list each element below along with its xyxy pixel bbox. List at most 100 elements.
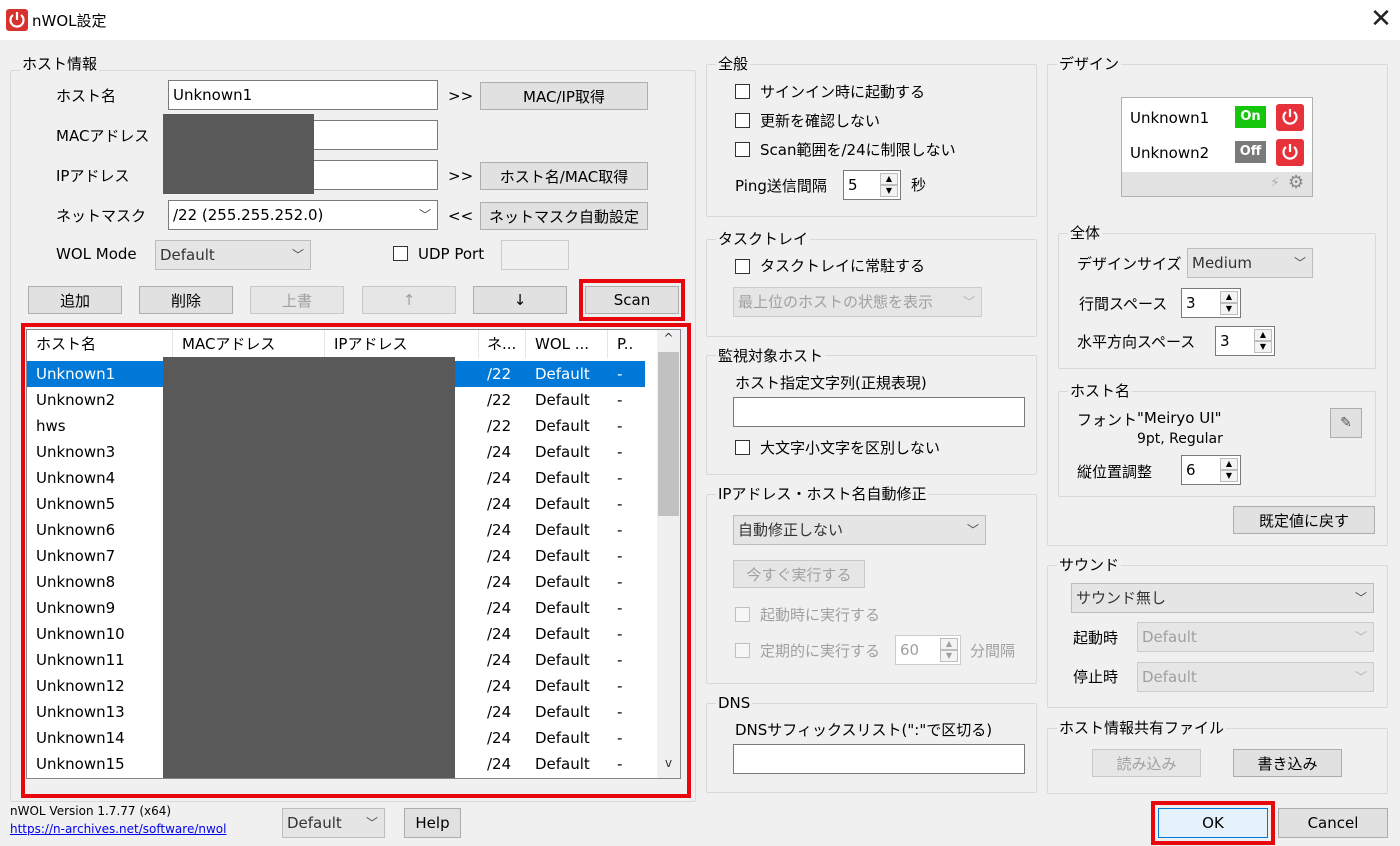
title-bar — [0, 0, 1400, 40]
startup-checkbox[interactable] — [735, 84, 750, 99]
vpos-label: 縦位置調整 — [1077, 463, 1153, 481]
preview-host-name: Unknown2 — [1130, 144, 1210, 162]
arrow-label: << — [448, 207, 474, 225]
spin-up-icon[interactable]: ▲ — [940, 638, 958, 650]
share-label: ホスト情報共有ファイル — [1057, 719, 1227, 737]
udp-port-label: UDP Port — [418, 245, 485, 263]
preview-host-name: Unknown1 — [1130, 109, 1210, 127]
line-space-label: 行間スペース — [1079, 295, 1168, 313]
udp-port-checkbox[interactable] — [393, 246, 408, 261]
h-space-value: 3 — [1220, 332, 1230, 350]
no-update-label: 更新を確認しない — [760, 112, 881, 130]
sound-value: サウンド無し — [1076, 589, 1167, 607]
netmask-value: /22 (255.255.252.0) — [173, 206, 324, 224]
theme-select[interactable]: Default ﹀ — [282, 808, 385, 838]
spin-down-icon[interactable]: ▼ — [880, 185, 898, 197]
tray-resident-checkbox[interactable] — [735, 259, 750, 274]
run-at-start-checkbox[interactable] — [735, 607, 750, 622]
pencil-icon[interactable]: ✎ — [1330, 408, 1362, 438]
power-icon[interactable] — [1276, 139, 1304, 166]
host-mac-button[interactable]: ホスト名/MAC取得 — [480, 162, 648, 190]
hostname-input[interactable]: Unknown1 — [168, 80, 438, 110]
netmask-auto-button[interactable]: ネットマスク自動設定 — [480, 202, 648, 230]
wol-mode-value: Default — [160, 246, 215, 264]
chevron-down-icon: ﹀ — [1293, 256, 1306, 270]
stop-sound-select[interactable]: Default ﹀ — [1137, 662, 1374, 692]
spin-up-icon[interactable]: ▲ — [1220, 291, 1238, 303]
state-badge: Off — [1235, 141, 1266, 163]
netmask-label: ネットマスク — [56, 207, 147, 225]
monitor-label: 監視対象ホスト — [716, 347, 826, 365]
spin-down-icon[interactable]: ▼ — [1220, 303, 1238, 315]
ignore-case-checkbox[interactable] — [735, 440, 750, 455]
autofix-mode-select[interactable]: 自動修正しない ﹀ — [733, 515, 986, 545]
read-button[interactable]: 読み込み — [1092, 749, 1201, 777]
line-space-spinner[interactable]: 3 ▲ ▼ — [1181, 288, 1241, 318]
periodic-checkbox[interactable] — [735, 643, 750, 658]
add-button[interactable]: 追加 — [28, 286, 122, 314]
scan-range-label: Scan範囲を/24に制限しない — [760, 141, 956, 159]
autofix-label: IPアドレス・ホスト名自動修正 — [716, 485, 929, 503]
scan-range-checkbox[interactable] — [735, 142, 750, 157]
udp-port-input[interactable] — [501, 240, 569, 270]
run-now-button[interactable]: 今すぐ実行する — [733, 560, 865, 588]
startup-label: サインイン時に起動する — [760, 83, 926, 101]
write-button[interactable]: 書き込み — [1233, 749, 1342, 777]
vpos-spinner[interactable]: 6 ▲ ▼ — [1181, 455, 1241, 485]
periodic-label: 定期的に実行する — [760, 642, 881, 660]
netmask-select[interactable]: /22 (255.255.252.0) ﹀ — [168, 200, 438, 230]
spin-up-icon[interactable]: ▲ — [1220, 458, 1238, 470]
arrow-label: >> — [448, 87, 474, 105]
h-space-spinner[interactable]: 3 ▲ ▼ — [1215, 326, 1275, 356]
mac-ip-button[interactable]: MAC/IP取得 — [480, 82, 648, 110]
scan-highlight — [579, 279, 685, 321]
no-update-checkbox[interactable] — [735, 113, 750, 128]
power-icon[interactable] — [1276, 104, 1304, 131]
start-sound-label: 起動時 — [1073, 629, 1119, 647]
font-label: フォント — [1077, 411, 1138, 429]
pattern-label: ホスト指定文字列(正規表現) — [735, 374, 927, 392]
delete-button[interactable]: 削除 — [139, 286, 233, 314]
ping-unit: 秒 — [911, 176, 927, 194]
dns-suffix-label: DNSサフィックスリスト(":"で区切る) — [735, 721, 993, 739]
interval-value: 60 — [900, 641, 920, 659]
cancel-button[interactable]: Cancel — [1278, 808, 1388, 838]
spin-down-icon[interactable]: ▼ — [1220, 470, 1238, 482]
size-value: Medium — [1192, 254, 1252, 272]
pattern-input[interactable] — [733, 397, 1025, 427]
tray-display-value: 最上位のホストの状態を表示 — [738, 293, 934, 311]
close-icon[interactable]: ✕ — [1366, 4, 1396, 34]
sound-select[interactable]: サウンド無し ﹀ — [1071, 583, 1374, 613]
move-up-button[interactable]: ↑ — [362, 286, 456, 314]
overall-label: 全体 — [1068, 224, 1103, 242]
state-badge: On — [1235, 106, 1266, 128]
theme-value: Default — [287, 814, 342, 832]
run-at-start-label: 起動時に実行する — [760, 606, 881, 624]
tray-display-select[interactable]: 最上位のホストの状態を表示 ﹀ — [733, 287, 982, 317]
reset-default-button[interactable]: 既定値に戻す — [1233, 506, 1375, 534]
spin-up-icon[interactable]: ▲ — [1254, 329, 1272, 341]
ping-spinner[interactable]: 5 ▲ ▼ — [843, 170, 901, 200]
spin-down-icon[interactable]: ▼ — [940, 650, 958, 662]
start-sound-select[interactable]: Default ﹀ — [1137, 622, 1374, 652]
move-down-button[interactable]: ↓ — [473, 286, 567, 314]
arrow-label: >> — [448, 167, 474, 185]
spin-down-icon[interactable]: ▼ — [1254, 341, 1272, 353]
hostname-label: ホスト名 — [56, 87, 117, 105]
dns-label: DNS — [716, 694, 753, 712]
ok-highlight — [1151, 801, 1275, 845]
hostname-style-label: ホスト名 — [1068, 382, 1133, 400]
size-select[interactable]: Medium ﹀ — [1187, 248, 1313, 278]
interval-spinner[interactable]: 60 ▲ ▼ — [895, 635, 961, 665]
chevron-down-icon: ﹀ — [966, 523, 979, 537]
help-button[interactable]: Help — [404, 808, 461, 838]
website-link[interactable]: https://n-archives.net/software/nwol — [10, 822, 226, 836]
overwrite-button[interactable]: 上書 — [250, 286, 344, 314]
stop-sound-label: 停止時 — [1073, 668, 1119, 686]
wol-mode-select[interactable]: Default ﹀ — [155, 240, 311, 270]
wol-mode-label: WOL Mode — [56, 245, 137, 263]
spin-up-icon[interactable]: ▲ — [880, 173, 898, 185]
gear-icon[interactable]: ⚙ — [1288, 172, 1304, 193]
chevron-down-icon: ﹀ — [1354, 630, 1367, 644]
dns-suffix-input[interactable] — [733, 744, 1025, 774]
